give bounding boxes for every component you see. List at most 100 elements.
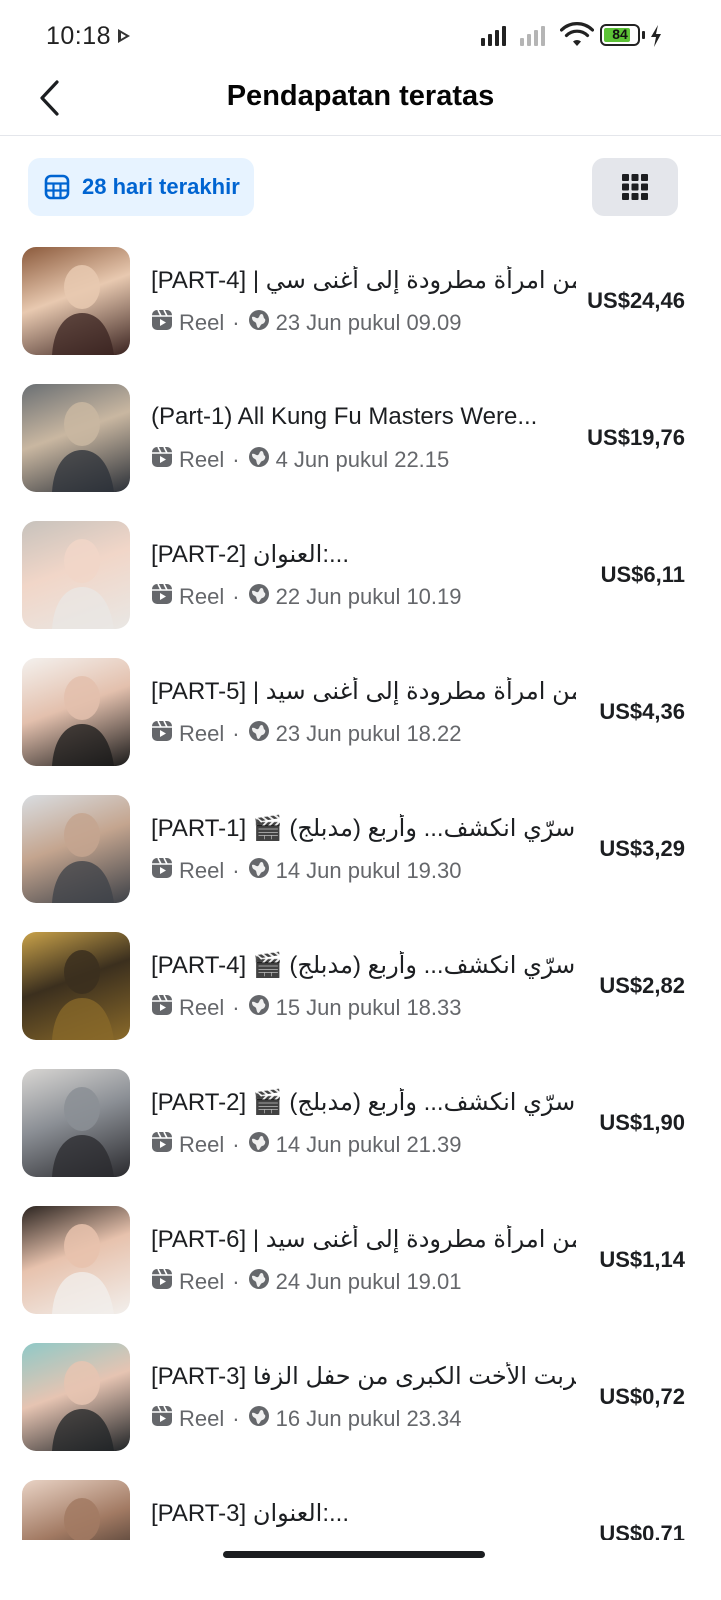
status-time: 10:18 <box>46 22 112 50</box>
item-date: 23 Jun pukul 18.22 <box>275 721 462 746</box>
item-title: (Part-1) All Kung Fu Masters Were... <box>151 403 538 430</box>
item-earnings: US$1,14 <box>599 1247 685 1272</box>
date-range-filter-button[interactable]: 28 hari terakhir <box>28 158 254 216</box>
battery-icon: 84 <box>600 24 640 46</box>
page-title: Pendapatan teratas <box>226 80 495 112</box>
app-header: Pendapatan teratas <box>0 72 721 136</box>
item-type: Reel <box>179 721 225 746</box>
reel-icon <box>151 1131 179 1159</box>
item-type: Reel <box>179 995 225 1020</box>
separator-dot: · <box>232 310 240 335</box>
reel-icon <box>151 720 179 748</box>
item-type: Reel <box>179 1406 225 1431</box>
item-meta: Reel · 15 Jun pukul 18.33 <box>151 994 462 1022</box>
globe-icon <box>248 1405 276 1433</box>
separator-dot: · <box>232 858 240 883</box>
item-date: 23 Jun pukul 09.09 <box>275 310 462 335</box>
list-item[interactable]: [PART-2] العنوان:... Reel · 22 Jun pukul 10… <box>0 506 721 643</box>
item-earnings: US$4,36 <box>599 699 685 724</box>
item-title: [PART-3] هربت الأخت الكبرى من حفل الزفا.… <box>151 1363 576 1390</box>
item-title: [PART-4] | من امرأة مطرودة إلى أغنى سي..… <box>151 267 576 294</box>
list-item[interactable]: [PART-4] | من امرأة مطرودة إلى أغنى سي..… <box>0 232 721 369</box>
globe-icon <box>248 1268 276 1296</box>
item-meta: Reel · 23 Jun pukul 09.09 <box>151 309 462 337</box>
item-type: Reel <box>179 1269 225 1294</box>
item-date: 14 Jun pukul 19.30 <box>275 858 462 883</box>
item-earnings: US$19,76 <box>587 425 685 450</box>
separator-dot: · <box>232 721 240 746</box>
item-meta: Reel · 16 Jun pukul 23.34 <box>151 1405 462 1433</box>
media-playing-icon <box>118 29 130 43</box>
item-meta: Reel · 22 Jun pukul 10.19 <box>151 583 462 611</box>
thumbnail-image <box>22 795 130 903</box>
item-earnings: US$6,11 <box>600 562 685 587</box>
item-meta: Reel · 4 Jun pukul 22.15 <box>151 446 449 474</box>
item-type: Reel <box>179 584 225 609</box>
top-earnings-list: [PART-4] | من امرأة مطرودة إلى أغنى سي..… <box>0 232 721 1600</box>
item-type: Reel <box>179 1132 225 1157</box>
globe-icon <box>248 583 276 611</box>
item-earnings: US$1,90 <box>599 1110 685 1135</box>
list-item[interactable]: [PART-5] | من امرأة مطرودة إلى أغنى سيد.… <box>0 643 721 780</box>
bottom-nav-area <box>0 1540 721 1600</box>
thumbnail-image <box>22 1069 130 1177</box>
list-item[interactable]: [PART-2] 🎬 (مدبلج) سرّي انكشف... وأربع..… <box>0 1054 721 1191</box>
home-indicator[interactable] <box>223 1551 485 1558</box>
signal-strength-icon <box>481 24 506 46</box>
item-type: Reel <box>179 447 225 472</box>
status-bar: 10:18 84 <box>0 0 721 72</box>
list-item[interactable]: [PART-3] هربت الأخت الكبرى من حفل الزفا.… <box>0 1328 721 1465</box>
thumbnail-image <box>22 247 130 355</box>
item-type: Reel <box>179 310 225 335</box>
item-earnings: US$24,46 <box>587 288 685 313</box>
thumbnail-image <box>22 932 130 1040</box>
wifi-icon <box>560 22 594 46</box>
item-date: 24 Jun pukul 19.01 <box>275 1269 462 1294</box>
reel-icon <box>151 309 179 337</box>
item-title: [PART-5] | من امرأة مطرودة إلى أغنى سيد.… <box>151 678 576 705</box>
reel-icon <box>151 857 179 885</box>
item-meta: Reel · 14 Jun pukul 21.39 <box>151 1131 462 1159</box>
item-title: [PART-4] 🎬 (مدبلج) سرّي انكشف... وأربع..… <box>151 952 576 979</box>
separator-dot: · <box>232 584 240 609</box>
item-earnings: US$3,29 <box>599 836 685 861</box>
signal-strength-secondary-icon <box>520 24 545 46</box>
item-type: Reel <box>179 858 225 883</box>
item-meta: Reel · 24 Jun pukul 19.01 <box>151 1268 462 1296</box>
charging-bolt-icon <box>651 25 661 47</box>
item-date: 22 Jun pukul 10.19 <box>275 584 462 609</box>
thumbnail-image <box>22 521 130 629</box>
item-date: 15 Jun pukul 18.33 <box>275 995 462 1020</box>
thumbnail-image <box>22 384 130 492</box>
item-earnings: US$2,82 <box>599 973 685 998</box>
separator-dot: · <box>232 1269 240 1294</box>
view-toggle-button[interactable] <box>592 158 678 216</box>
battery-level: 84 <box>612 26 628 42</box>
battery-cap <box>642 31 645 39</box>
item-meta: Reel · 14 Jun pukul 19.30 <box>151 857 462 885</box>
list-item[interactable]: (Part-1) All Kung Fu Masters Were... Reel… <box>0 369 721 506</box>
reel-icon <box>151 1268 179 1296</box>
item-title: [PART-1] 🎬 (مدبلج) سرّي انكشف... وأربع..… <box>151 815 576 842</box>
item-title: [PART-6] | من امرأة مطرودة إلى أغنى سيد.… <box>151 1226 576 1253</box>
item-title: [PART-3] العنوان:... <box>151 1500 349 1527</box>
item-earnings: US$0,72 <box>599 1384 685 1409</box>
item-title: [PART-2] 🎬 (مدبلج) سرّي انكشف... وأربع..… <box>151 1089 576 1116</box>
globe-icon <box>248 1131 276 1159</box>
item-meta: Reel · 23 Jun pukul 18.22 <box>151 720 462 748</box>
list-item[interactable]: [PART-1] 🎬 (مدبلج) سرّي انكشف... وأربع..… <box>0 780 721 917</box>
globe-icon <box>248 446 276 474</box>
globe-icon <box>248 994 276 1022</box>
separator-dot: · <box>232 995 240 1020</box>
reel-icon <box>151 583 179 611</box>
globe-icon <box>248 720 276 748</box>
reel-icon <box>151 994 179 1022</box>
item-date: 16 Jun pukul 23.34 <box>275 1406 462 1431</box>
item-date: 4 Jun pukul 22.15 <box>275 447 450 472</box>
list-item[interactable]: [PART-6] | من امرأة مطرودة إلى أغنى سيد.… <box>0 1191 721 1328</box>
reel-icon <box>151 446 179 474</box>
list-item[interactable]: [PART-4] 🎬 (مدبلج) سرّي انكشف... وأربع..… <box>0 917 721 1054</box>
grid-icon <box>622 174 648 200</box>
item-date: 14 Jun pukul 21.39 <box>275 1132 462 1157</box>
globe-icon <box>248 857 276 885</box>
